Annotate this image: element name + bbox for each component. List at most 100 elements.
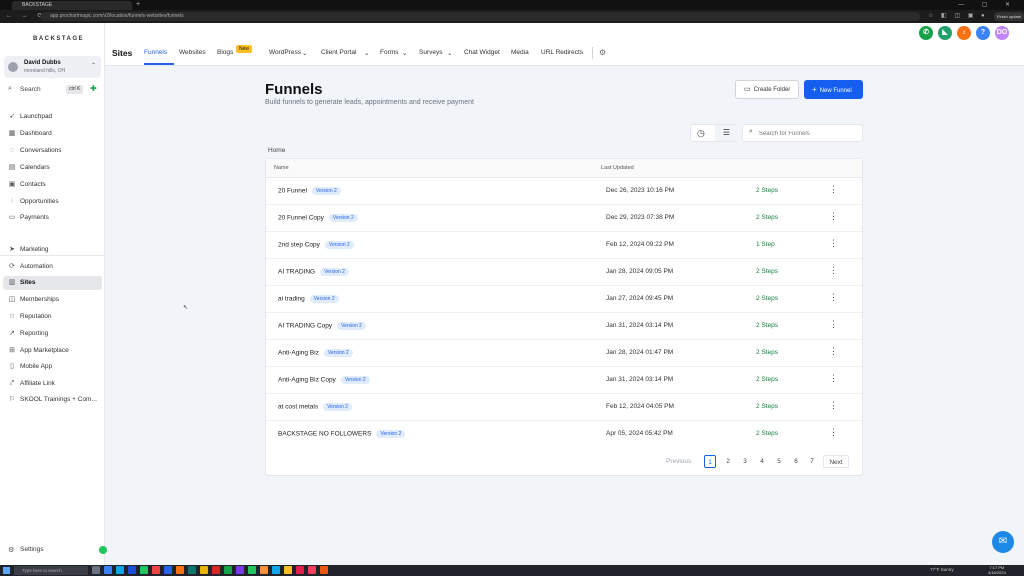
tab-wordpress[interactable]: WordPress — [269, 49, 301, 56]
brand-logo[interactable]: BACKSTAGE — [33, 36, 84, 42]
page-1-button[interactable]: 1 — [704, 455, 716, 468]
sidebar-item-contacts[interactable]: ▣ Contacts — [3, 178, 102, 192]
funnel-name[interactable]: BACKSTAGE NO FOLLOWERS Version 2 — [278, 430, 406, 438]
funnel-steps[interactable]: 2 Steps — [756, 430, 778, 437]
tab-blogs[interactable]: Blogs — [217, 49, 233, 56]
sidebar-item-dashboard[interactable]: ▦ Dashboard — [3, 127, 102, 141]
sidebar-item-mobile-app[interactable]: ▯ Mobile App — [3, 360, 102, 374]
more-options-icon[interactable]: ⋮ — [829, 212, 838, 221]
funnel-steps[interactable]: 2 Steps — [756, 322, 778, 329]
user-avatar[interactable]: DO — [995, 26, 1009, 40]
windows-start-icon[interactable] — [3, 567, 10, 574]
table-row[interactable]: ai trading Version 2 Jan 27, 2024 09:45 P… — [266, 286, 862, 313]
sidebar-item-conversations[interactable]: ◌ Conversations — [3, 144, 102, 158]
new-tab-icon[interactable]: + — [136, 1, 140, 9]
sidebar-item-affiliate-link[interactable]: ⤤ Affiliate Link — [3, 377, 102, 391]
table-row[interactable]: at cost metals Version 2 Feb 12, 2024 04:… — [266, 394, 862, 421]
more-options-icon[interactable]: ⋮ — [829, 293, 838, 302]
funnel-search-input[interactable] — [759, 128, 859, 139]
tab-media[interactable]: Media — [511, 49, 529, 56]
tab-forms[interactable]: Forms — [380, 49, 398, 56]
taskbar-search[interactable]: Type here to search — [14, 566, 88, 575]
more-options-icon[interactable]: ⋮ — [829, 266, 838, 275]
funnel-steps[interactable]: 2 Steps — [756, 268, 778, 275]
sidebar-item-calendars[interactable]: ▤ Calendars — [3, 161, 102, 175]
taskview-icon[interactable] — [92, 566, 100, 574]
funnel-name[interactable]: AI TRADING Copy Version 2 — [278, 322, 366, 330]
app-icon[interactable] — [152, 566, 160, 574]
page-3-button[interactable]: 3 — [740, 455, 750, 468]
funnel-name[interactable]: Anti-Aging Biz Version 2 — [278, 349, 353, 357]
sidebar-item-skool-trainings[interactable]: ⚐ SKOOL Trainings + Com... — [3, 393, 102, 407]
app-icon[interactable] — [272, 566, 280, 574]
breadcrumb[interactable]: Home — [268, 147, 285, 154]
app-icon[interactable] — [260, 566, 268, 574]
pagination-previous[interactable]: Previous — [666, 455, 691, 468]
funnel-steps[interactable]: 2 Steps — [756, 187, 778, 194]
funnel-name[interactable]: at cost metals Version 2 — [278, 403, 352, 411]
tab-chat-widget[interactable]: Chat Widget — [464, 49, 500, 56]
page-4-button[interactable]: 4 — [757, 455, 767, 468]
system-clock[interactable]: 7:17 PM 4/16/2024 — [988, 565, 1006, 575]
page-5-button[interactable]: 5 — [774, 455, 784, 468]
table-row[interactable]: AI TRADING Version 2 Jan 28, 2024 09:05 P… — [266, 259, 862, 286]
chrome-icon[interactable] — [140, 566, 148, 574]
phone-call-icon[interactable]: ✆ — [919, 26, 933, 40]
more-options-icon[interactable]: ⋮ — [829, 401, 838, 410]
sidebar-item-opportunities[interactable]: ⫶ Opportunities — [3, 195, 102, 209]
app-icon[interactable] — [320, 566, 328, 574]
funnel-name[interactable]: Anti-Aging Biz Copy Version 2 — [278, 376, 370, 384]
more-options-icon[interactable]: ⋮ — [829, 185, 838, 194]
table-row[interactable]: 2nd step Copy Version 2 Feb 12, 2024 09:2… — [266, 232, 862, 259]
app-icon[interactable] — [116, 566, 124, 574]
browser-tab[interactable]: BACKSTAGE — [12, 1, 132, 10]
quick-add-icon[interactable]: ✚ — [90, 84, 97, 93]
funnel-steps[interactable]: 1 Step — [756, 241, 775, 248]
page-6-button[interactable]: 6 — [791, 455, 801, 468]
funnel-name[interactable]: ai trading Version 2 — [278, 295, 339, 303]
funnel-name[interactable]: 20 Funnel Copy Version 2 — [278, 214, 358, 222]
sidebar-item-automation[interactable]: ⟳ Automation — [3, 260, 102, 274]
tab-client-portal[interactable]: Client Portal — [321, 49, 356, 56]
table-row[interactable]: 20 Funnel Version 2 Dec 26, 2023 10:16 PM… — [266, 178, 862, 205]
app-icon[interactable] — [248, 566, 256, 574]
account-switcher[interactable]: David Dubbs moreland hills, OH ⌃ — [4, 56, 101, 78]
funnel-steps[interactable]: 2 Steps — [756, 403, 778, 410]
sidebar-item-reporting[interactable]: ↗ Reporting — [3, 327, 102, 341]
app-icon[interactable] — [188, 566, 196, 574]
funnel-name[interactable]: 2nd step Copy Version 2 — [278, 241, 354, 249]
app-icon[interactable] — [236, 566, 244, 574]
sidebar-item-app-marketplace[interactable]: ⊞ App Marketplace — [3, 344, 102, 358]
sidebar-item-payments[interactable]: ▭ Payments — [3, 211, 102, 225]
funnel-steps[interactable]: 2 Steps — [756, 349, 778, 356]
url-field[interactable]: app.prochartmagic.com/v2/location/funnel… — [40, 12, 920, 21]
page-7-button[interactable]: 7 — [807, 455, 817, 468]
tab-funnels[interactable]: Funnels — [144, 49, 167, 56]
sidebar-item-memberships[interactable]: ◫ Memberships — [3, 293, 102, 307]
app-icon[interactable] — [296, 566, 304, 574]
update-button[interactable]: Finish update — [994, 12, 1024, 21]
sidebar-item-settings[interactable]: ⚙ Settings — [3, 543, 107, 557]
page-2-button[interactable]: 2 — [723, 455, 733, 468]
more-options-icon[interactable]: ⋮ — [829, 320, 838, 329]
sidebar-search[interactable]: ⌕ Search ctrl K ✚ — [6, 84, 99, 96]
sidebar-item-reputation[interactable]: ☆ Reputation — [3, 310, 102, 324]
tab-url-redirects[interactable]: URL Redirects — [541, 49, 583, 56]
megaphone-icon[interactable]: ◣ — [938, 26, 952, 40]
extension-icons[interactable]: ☆ ◧ ◫ ▣ ● — [928, 12, 988, 19]
table-row[interactable]: Anti-Aging Biz Copy Version 2 Jan 31, 202… — [266, 367, 862, 394]
tab-surveys[interactable]: Surveys — [419, 49, 442, 56]
more-options-icon[interactable]: ⋮ — [829, 347, 838, 356]
table-row[interactable]: BACKSTAGE NO FOLLOWERS Version 2 Apr 05, … — [266, 421, 862, 448]
sidebar-item-sites[interactable]: ▥ Sites — [3, 276, 102, 290]
funnel-steps[interactable]: 2 Steps — [756, 214, 778, 221]
funnel-name[interactable]: AI TRADING Version 2 — [278, 268, 349, 276]
sidebar-item-marketing[interactable]: ➤ Marketing — [3, 243, 102, 257]
chat-support-icon[interactable]: ✉ — [992, 531, 1014, 553]
funnel-steps[interactable]: 2 Steps — [756, 376, 778, 383]
more-options-icon[interactable]: ⋮ — [829, 239, 838, 248]
system-tray-weather[interactable]: 77°F Sunny — [930, 567, 954, 572]
tab-websites[interactable]: Websites — [179, 49, 206, 56]
bell-icon[interactable]: ♪ — [957, 26, 971, 40]
new-funnel-button[interactable]: + New Funnel — [804, 80, 863, 99]
